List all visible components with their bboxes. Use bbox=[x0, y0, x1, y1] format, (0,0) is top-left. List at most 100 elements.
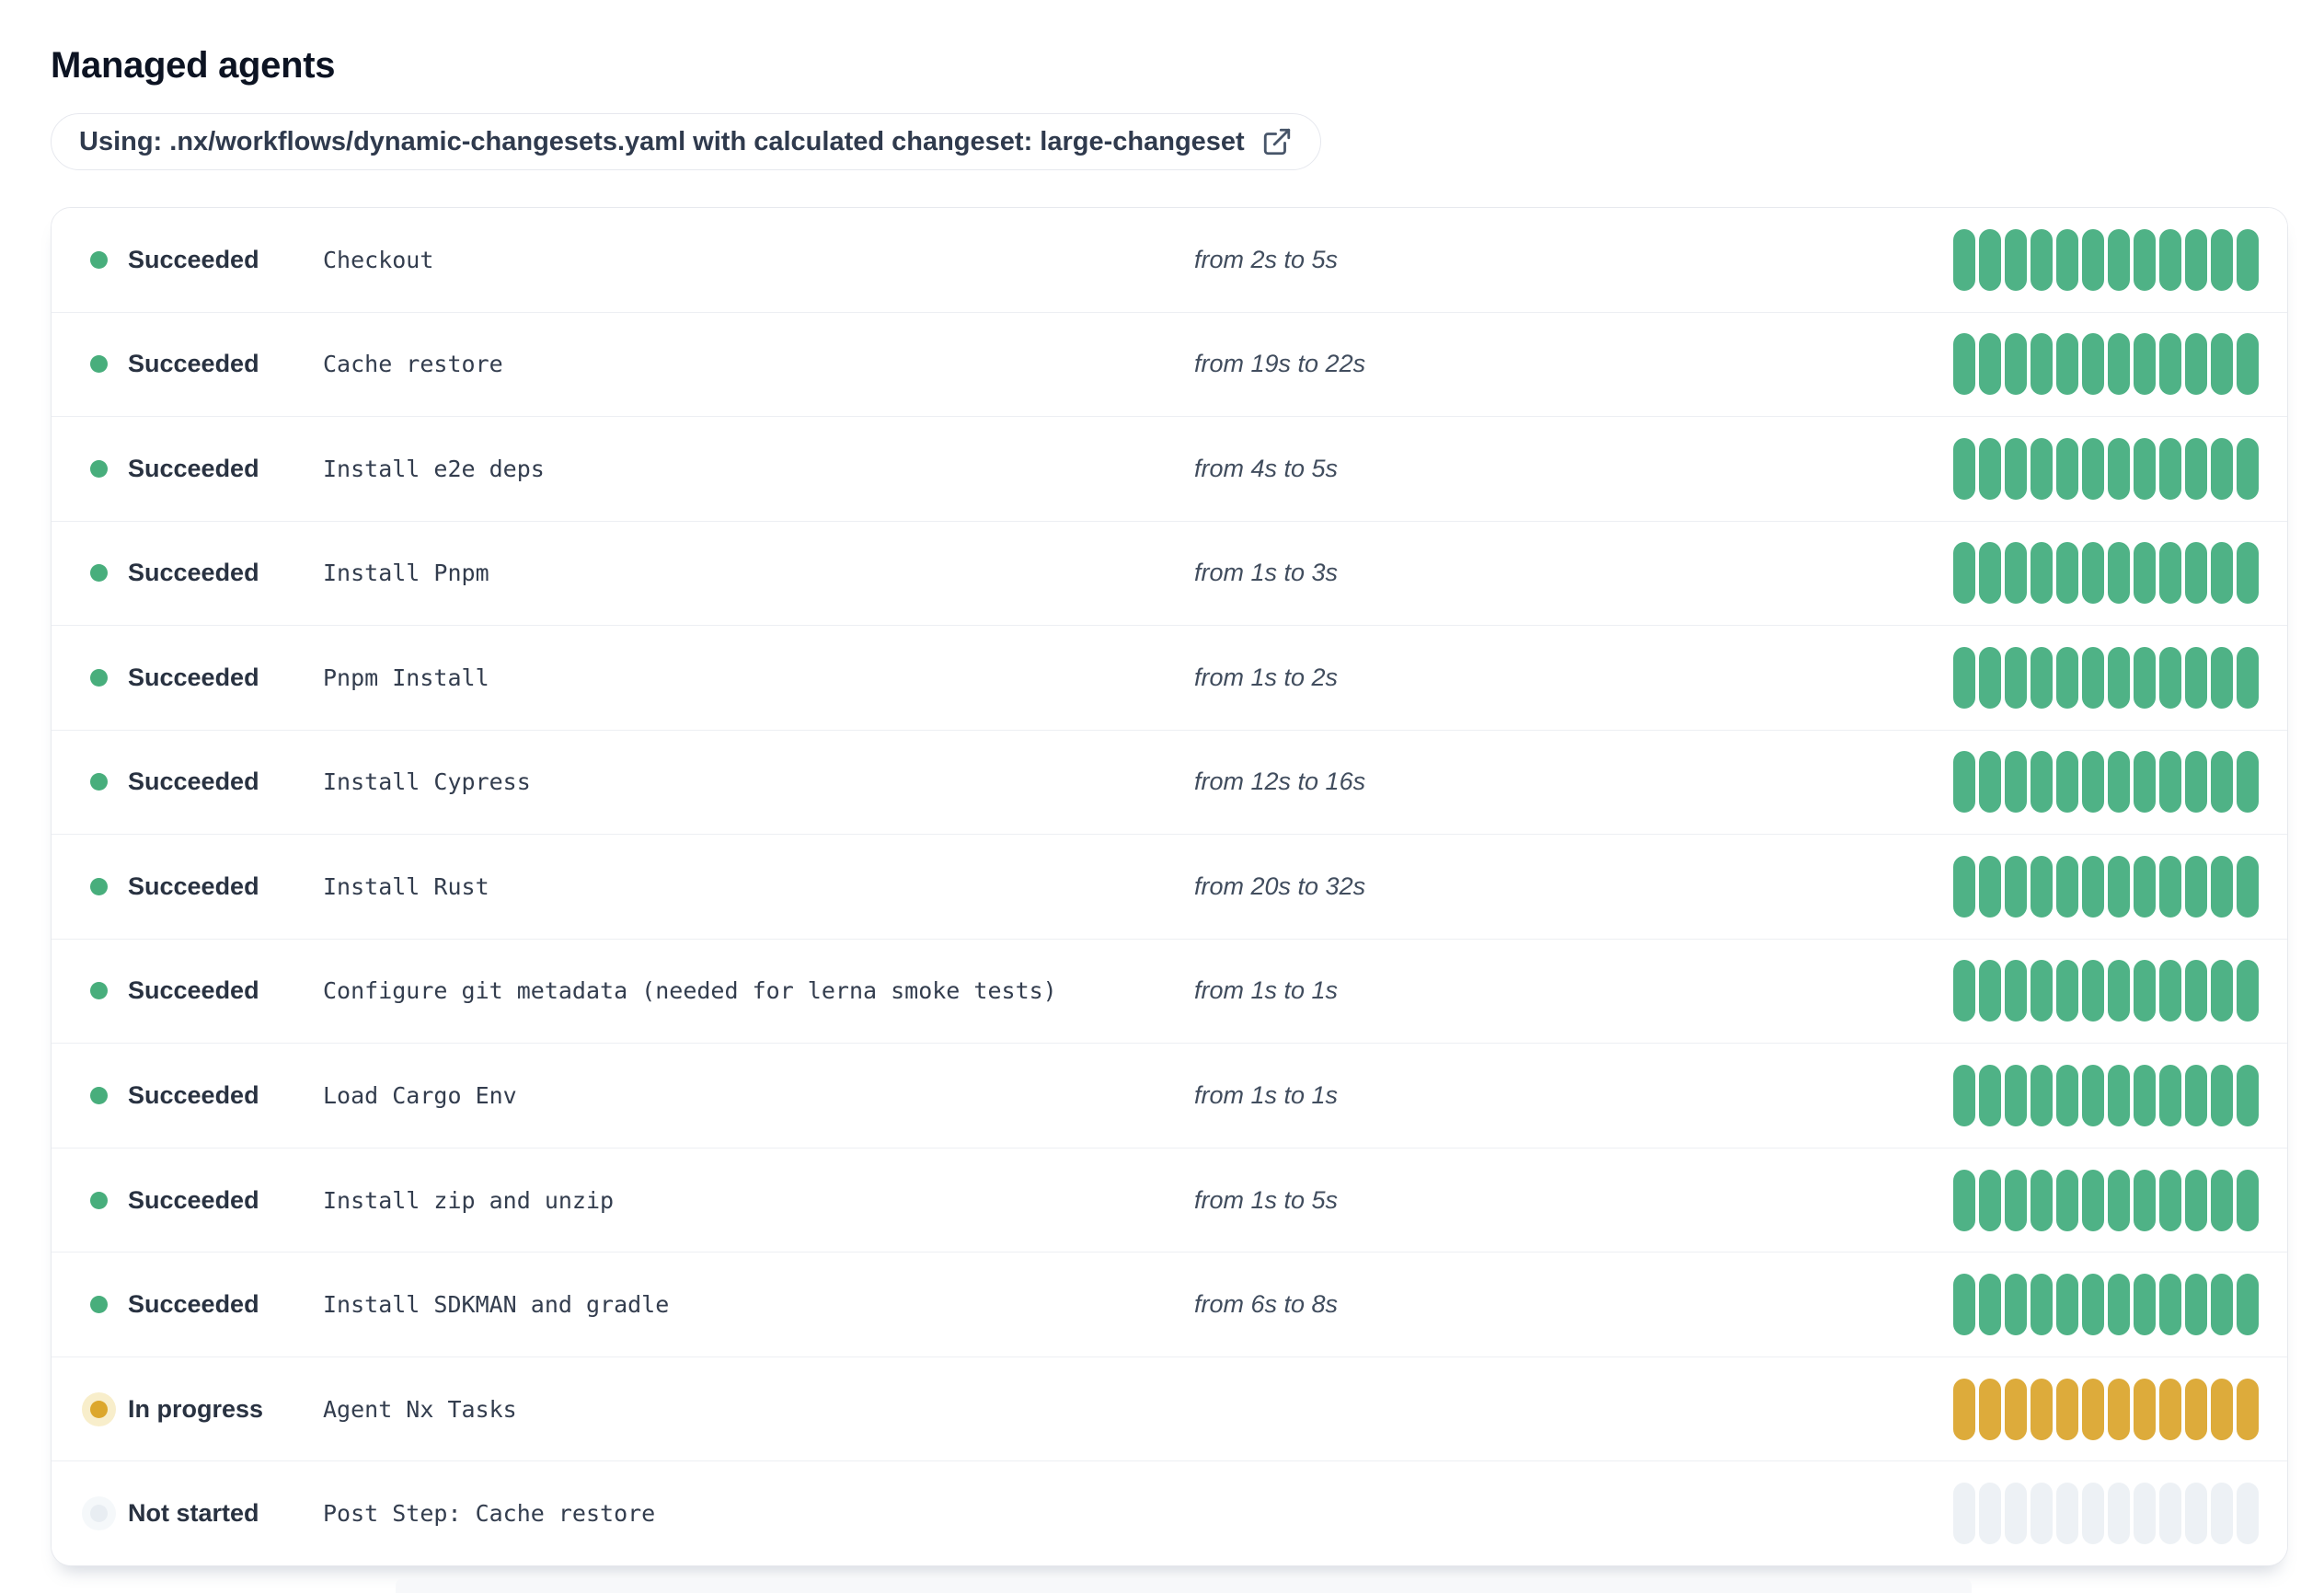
agent-capacity-bar bbox=[2005, 1065, 2027, 1127]
page-title: Managed agents bbox=[51, 45, 336, 86]
agent-capacity-bar bbox=[1953, 960, 1975, 1022]
agents-list: Succeeded Checkout from 2s to 5s Succeed… bbox=[51, 207, 2288, 1566]
agent-capacity-bar bbox=[2108, 333, 2130, 396]
status-label: Succeeded bbox=[128, 872, 259, 900]
agent-capacity-bar bbox=[1979, 1169, 2001, 1231]
agent-capacity-bar bbox=[1979, 751, 2001, 814]
status-dot bbox=[90, 1087, 108, 1105]
agent-capacity-bar bbox=[2185, 646, 2207, 709]
status-dot bbox=[90, 1296, 108, 1314]
step-name: Install SDKMAN and gradle bbox=[323, 1291, 670, 1319]
step-name: Install zip and unzip bbox=[323, 1186, 615, 1214]
agent-capacity-bar bbox=[2056, 228, 2078, 291]
agent-capacity-bar bbox=[2159, 1065, 2181, 1127]
external-link-icon[interactable] bbox=[1261, 126, 1293, 157]
status-dot bbox=[90, 773, 108, 791]
agent-capacity-bar bbox=[2185, 1378, 2207, 1440]
agent-step-row[interactable]: Succeeded Pnpm Install from 1s to 2s bbox=[52, 625, 2287, 730]
agent-capacity-bar bbox=[2159, 1169, 2181, 1231]
agent-step-row[interactable]: In progress Agent Nx Tasks bbox=[52, 1356, 2287, 1461]
agent-capacity-bar bbox=[2056, 1378, 2078, 1440]
agent-capacity-bar bbox=[2159, 542, 2181, 605]
status-cell: Succeeded bbox=[81, 1081, 323, 1110]
agent-capacity-bar bbox=[2237, 333, 2259, 396]
agent-step-row[interactable]: Succeeded Install zip and unzip from 1s … bbox=[52, 1147, 2287, 1252]
step-duration: from 6s to 8s bbox=[1194, 1290, 1339, 1319]
agent-capacity-bar bbox=[2211, 1169, 2233, 1231]
agent-step-row[interactable]: Succeeded Install Pnpm from 1s to 3s bbox=[52, 520, 2287, 626]
agent-capacity-bar bbox=[2108, 1065, 2130, 1127]
agent-capacity-bar bbox=[2005, 1378, 2027, 1440]
step-duration: from 1s to 2s bbox=[1194, 663, 1339, 691]
agent-capacity-bar bbox=[2056, 646, 2078, 709]
agent-capacity-bar bbox=[2211, 333, 2233, 396]
step-duration: from 1s to 1s bbox=[1194, 1081, 1339, 1110]
status-cell: In progress bbox=[81, 1395, 323, 1424]
agent-step-row[interactable]: Succeeded Install e2e deps from 4s to 5s bbox=[52, 416, 2287, 521]
step-name: Install Rust bbox=[323, 872, 489, 900]
agent-step-row[interactable]: Succeeded Install Rust from 20s to 32s bbox=[52, 834, 2287, 939]
agent-bars bbox=[1953, 1483, 2259, 1545]
agent-capacity-bar bbox=[2237, 1378, 2259, 1440]
agent-capacity-bar bbox=[2108, 1274, 2130, 1336]
agent-step-row[interactable]: Succeeded Checkout from 2s to 5s bbox=[52, 208, 2287, 312]
agent-capacity-bar bbox=[2082, 1483, 2104, 1545]
agent-capacity-bar bbox=[2005, 437, 2027, 500]
agent-capacity-bar bbox=[2134, 751, 2156, 814]
agent-capacity-bar bbox=[2056, 542, 2078, 605]
agent-capacity-bar bbox=[2056, 1483, 2078, 1545]
agent-capacity-bar bbox=[1953, 1483, 1975, 1545]
agent-capacity-bar bbox=[2056, 960, 2078, 1022]
agent-capacity-bar bbox=[2134, 1065, 2156, 1127]
agent-capacity-bar bbox=[2237, 751, 2259, 814]
status-label: Succeeded bbox=[128, 559, 259, 587]
step-duration: from 1s to 3s bbox=[1194, 559, 1339, 587]
agent-step-row[interactable]: Succeeded Cache restore from 19s to 22s bbox=[52, 311, 2287, 417]
step-name: Post Step: Cache restore bbox=[323, 1500, 656, 1528]
agent-capacity-bar bbox=[2159, 1483, 2181, 1545]
agent-capacity-bar bbox=[2108, 751, 2130, 814]
agent-step-row[interactable]: Succeeded Load Cargo Env from 1s to 1s bbox=[52, 1043, 2287, 1148]
status-cell: Succeeded bbox=[81, 872, 323, 901]
agent-step-row[interactable]: Succeeded Install SDKMAN and gradle from… bbox=[52, 1252, 2287, 1356]
agent-capacity-bar bbox=[2211, 751, 2233, 814]
agent-capacity-bar bbox=[2031, 1065, 2053, 1127]
agent-capacity-bar bbox=[2211, 646, 2233, 709]
agent-capacity-bar bbox=[2237, 960, 2259, 1022]
agent-capacity-bar bbox=[1953, 1065, 1975, 1127]
agent-capacity-bar bbox=[2082, 960, 2104, 1022]
agent-capacity-bar bbox=[2005, 542, 2027, 605]
agent-capacity-bar bbox=[2082, 542, 2104, 605]
agent-capacity-bar bbox=[2134, 960, 2156, 1022]
agent-capacity-bar bbox=[2082, 646, 2104, 709]
agent-capacity-bar bbox=[2031, 1378, 2053, 1440]
agent-bars bbox=[1953, 1169, 2259, 1231]
status-cell: Succeeded bbox=[81, 455, 323, 483]
agent-capacity-bar bbox=[1953, 1378, 1975, 1440]
step-duration: from 2s to 5s bbox=[1194, 245, 1339, 273]
agent-capacity-bar bbox=[1979, 1378, 2001, 1440]
agent-capacity-bar bbox=[2082, 1274, 2104, 1336]
status-label: Succeeded bbox=[128, 245, 259, 273]
agent-step-row[interactable]: Not started Post Step: Cache restore bbox=[52, 1460, 2287, 1565]
agent-capacity-bar bbox=[2185, 228, 2207, 291]
agent-capacity-bar bbox=[2005, 333, 2027, 396]
agent-capacity-bar bbox=[2134, 1378, 2156, 1440]
agent-capacity-bar bbox=[2031, 855, 2053, 918]
agent-capacity-bar bbox=[2237, 542, 2259, 605]
agent-capacity-bar bbox=[2005, 855, 2027, 918]
agent-capacity-bar bbox=[1953, 228, 1975, 291]
agent-step-row[interactable]: Succeeded Configure git metadata (needed… bbox=[52, 938, 2287, 1044]
agent-capacity-bar bbox=[2005, 1483, 2027, 1545]
status-dot bbox=[90, 668, 108, 687]
agent-capacity-bar bbox=[2031, 228, 2053, 291]
agent-capacity-bar bbox=[2031, 646, 2053, 709]
agent-step-row[interactable]: Succeeded Install Cypress from 12s to 16… bbox=[52, 729, 2287, 835]
status-label: Succeeded bbox=[128, 350, 259, 378]
status-cell: Succeeded bbox=[81, 559, 323, 587]
workflow-banner[interactable]: Using: .nx/workflows/dynamic-changesets.… bbox=[51, 113, 1321, 170]
status-dot bbox=[90, 459, 108, 478]
agent-capacity-bar bbox=[2134, 646, 2156, 709]
status-label: Not started bbox=[128, 1499, 259, 1528]
agent-capacity-bar bbox=[2159, 646, 2181, 709]
